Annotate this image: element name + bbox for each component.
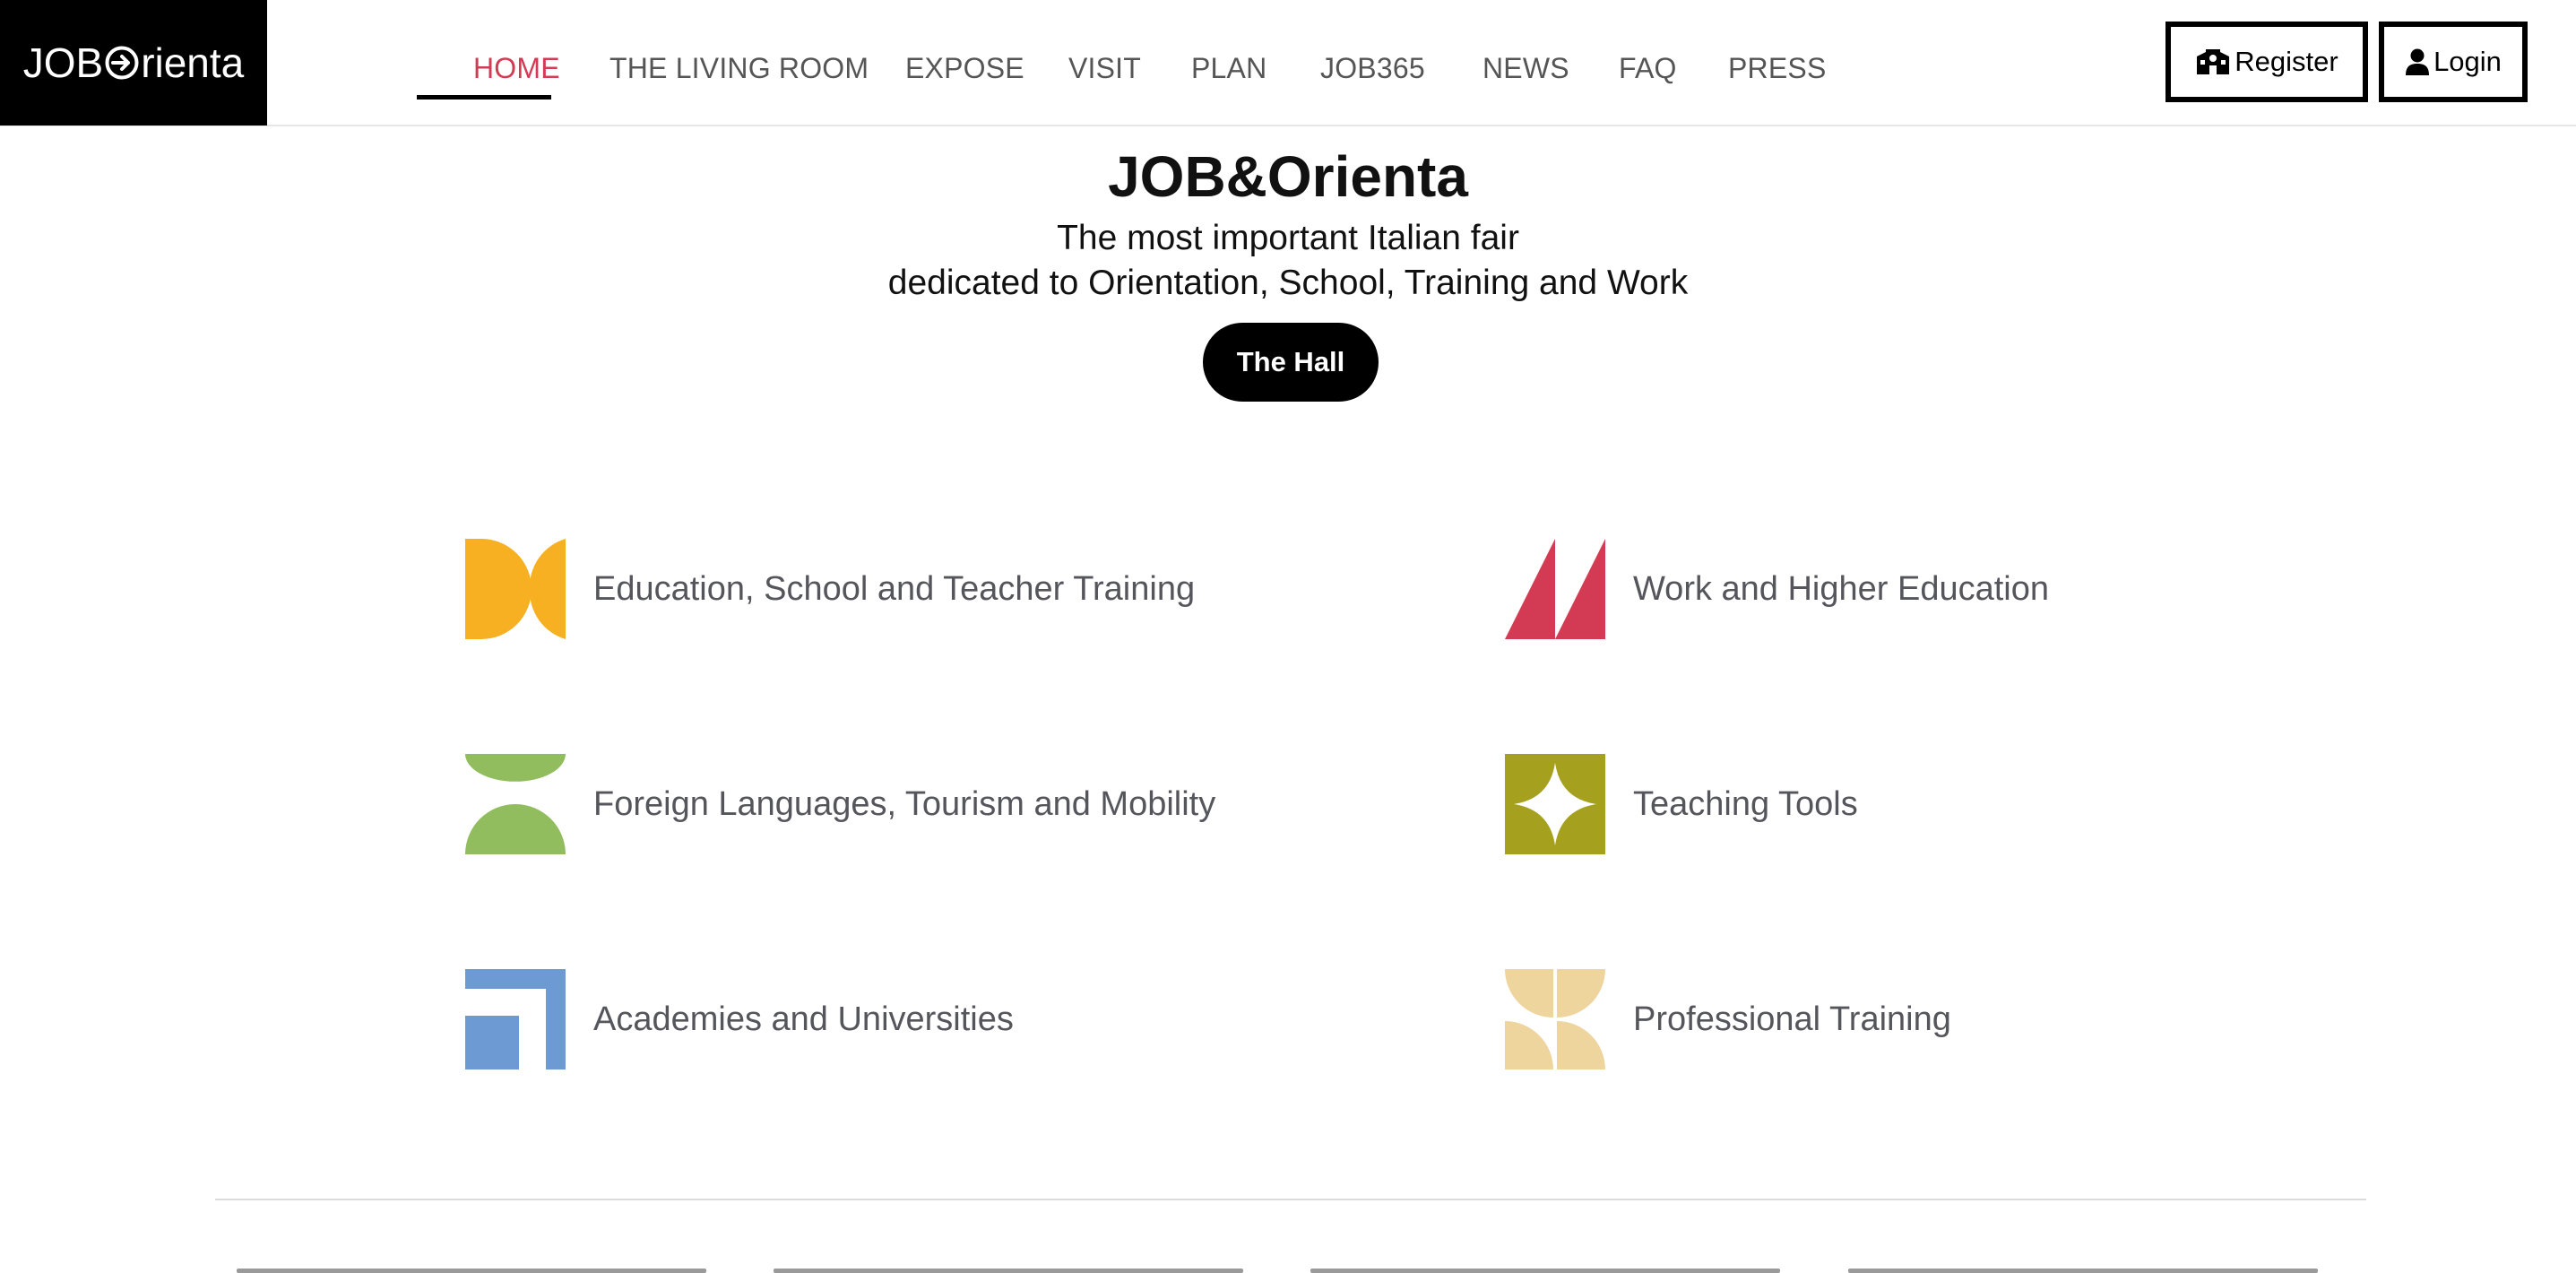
site-logo[interactable]: JOB rienta (0, 0, 267, 126)
category-label: Teaching Tools (1633, 784, 1858, 823)
card-top-edge (1310, 1269, 1780, 1273)
nav-job365[interactable]: JOB365 (1320, 52, 1425, 85)
olive-star-icon (1505, 754, 1605, 854)
nav-visit[interactable]: VISIT (1068, 52, 1141, 85)
register-label: Register (2235, 46, 2338, 77)
nav-news[interactable]: NEWS (1482, 52, 1569, 85)
nav-press[interactable]: PRESS (1728, 52, 1826, 85)
nav-the-living-room[interactable]: THE LIVING ROOM (609, 52, 869, 85)
hero-title: JOB&Orienta (1108, 144, 1468, 209)
logo-text-rienta: rienta (141, 39, 245, 86)
category-label: Academies and Universities (593, 1000, 1014, 1038)
category-teaching-tools[interactable]: Teaching Tools (1505, 754, 1858, 854)
user-icon (2406, 48, 2430, 75)
green-half-circles-icon (465, 754, 566, 854)
yellow-arcs-icon (465, 539, 566, 639)
arrow-circle-icon (105, 46, 139, 80)
category-label: Work and Higher Education (1633, 569, 2049, 608)
nav-home[interactable]: HOME (473, 52, 560, 85)
card-top-edge (237, 1269, 706, 1273)
category-label: Education, School and Teacher Training (593, 569, 1196, 608)
nav-expose[interactable]: EXPOSE (905, 52, 1024, 85)
red-triangles-icon (1505, 539, 1605, 639)
category-education[interactable]: Education, School and Teacher Training (465, 539, 1195, 639)
hero-subtitle-line1: The most important Italian fair (1057, 219, 1519, 257)
card-top-edge (774, 1269, 1243, 1273)
login-button[interactable]: Login (2379, 22, 2528, 102)
category-label: Professional Training (1633, 1000, 1951, 1038)
category-academies[interactable]: Academies and Universities (465, 969, 1014, 1069)
site-header: JOB rienta HOME THE LIVING ROOM EXPOSE VI… (0, 0, 2576, 126)
logo-text-job: JOB (22, 39, 104, 86)
beige-petals-icon (1505, 969, 1605, 1069)
category-languages[interactable]: Foreign Languages, Tourism and Mobility (465, 754, 1215, 854)
category-work[interactable]: Work and Higher Education (1505, 539, 2049, 639)
login-label: Login (2433, 46, 2502, 77)
hero-subtitle-line2: dedicated to Orientation, School, Traini… (887, 264, 1689, 302)
nav-faq[interactable]: FAQ (1619, 52, 1677, 85)
active-nav-underline (417, 95, 551, 100)
blue-square-icon (465, 969, 566, 1069)
the-hall-button[interactable]: The Hall (1203, 323, 1379, 402)
category-professional-training[interactable]: Professional Training (1505, 969, 1951, 1069)
nav-plan[interactable]: PLAN (1191, 52, 1266, 85)
card-top-edge (1848, 1269, 2318, 1273)
category-label: Foreign Languages, Tourism and Mobility (593, 784, 1216, 823)
section-divider (215, 1199, 2366, 1200)
school-building-icon (2197, 49, 2230, 74)
register-button[interactable]: Register (2165, 22, 2368, 102)
